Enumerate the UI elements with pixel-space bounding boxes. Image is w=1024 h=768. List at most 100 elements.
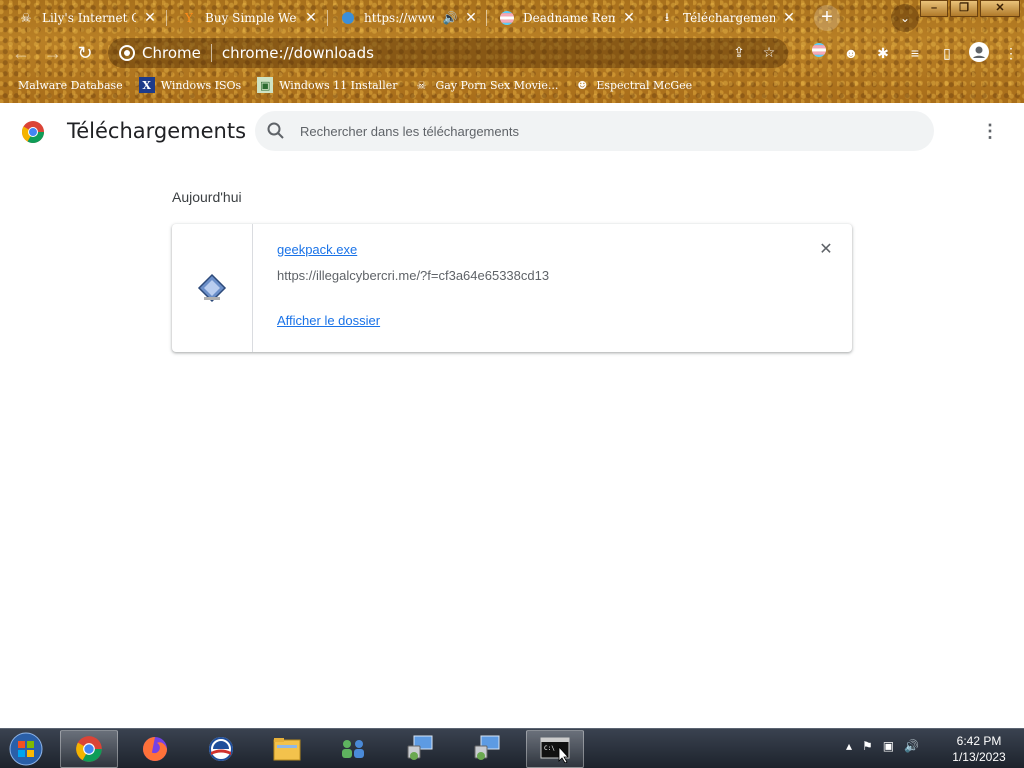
close-window-button[interactable]: ✕ <box>980 0 1020 17</box>
trans-flag-icon <box>499 10 515 26</box>
taskbar-firefox[interactable] <box>126 730 184 768</box>
tab-title: https://www. <box>364 11 434 25</box>
remove-download-close-icon[interactable]: ✕ <box>816 240 836 260</box>
bookmark-label: Espectral McGee <box>596 78 693 92</box>
tab-deadname-remover[interactable]: Deadname Remove ✕ <box>481 4 645 32</box>
puzzle-extensions-icon[interactable]: ✱ <box>872 42 894 64</box>
face-icon: ☻ <box>577 78 588 92</box>
x-icon: X <box>138 77 155 93</box>
page-title: Téléchargements <box>67 119 247 143</box>
chrome-taskbar-icon <box>76 736 102 762</box>
tab-close-icon[interactable]: ✕ <box>464 10 478 26</box>
face-extension-icon[interactable]: ☻ <box>840 42 862 64</box>
clock-date: 1/13/2023 <box>952 750 1006 764</box>
tab-close-icon[interactable]: ✕ <box>142 10 158 26</box>
system-clock[interactable]: 6:42 PM 1/13/2023 <box>944 733 1014 765</box>
windows-orb-icon <box>9 732 43 766</box>
tab-telechargements[interactable]: ⭳ Téléchargements ✕ <box>641 4 805 32</box>
tab-close-icon[interactable]: ✕ <box>621 10 637 26</box>
tab-title: Buy Simple Webs <box>205 11 297 25</box>
network-icon[interactable]: ▣ <box>883 739 894 753</box>
forward-arrow-icon[interactable]: → <box>40 40 66 66</box>
clock-time: 6:42 PM <box>956 734 1002 748</box>
bookmark-label: Malware Database <box>18 78 123 92</box>
folder-icon <box>273 738 301 761</box>
minimize-button[interactable]: – <box>920 0 948 17</box>
download-source-url: https://illegalcybercri.me/?f=cf3a64e653… <box>277 268 550 283</box>
firefox-icon <box>143 737 167 761</box>
reading-list-icon[interactable]: ≡ <box>904 42 926 64</box>
svg-text:C:\: C:\ <box>544 745 555 752</box>
image-icon: ▣ <box>257 77 274 93</box>
exe-file-icon <box>197 273 227 303</box>
taskbar-chrome[interactable] <box>60 730 118 768</box>
download-file-link[interactable]: geekpack.exe <box>277 242 357 257</box>
date-section-heading: Aujourd'hui <box>172 189 242 205</box>
bookmark-espectral-mcgee[interactable]: ☻ Espectral McGee <box>574 77 692 93</box>
taskbar-network-people[interactable] <box>324 730 382 768</box>
site-chip-label: Chrome <box>142 44 201 62</box>
speaker-icon[interactable]: 🔊 <box>442 10 458 26</box>
taskbar-obama-logo[interactable] <box>192 730 250 768</box>
chrome-logo-icon <box>22 121 44 143</box>
tab-close-icon[interactable]: ✕ <box>303 10 319 26</box>
more-actions-icon[interactable]: ⋮ <box>978 119 1002 143</box>
chrome-site-icon <box>118 44 136 62</box>
tray-expand-icon[interactable]: ▴ <box>846 739 852 753</box>
people-network-icon <box>342 740 364 758</box>
bookmark-malware-database[interactable]: Malware Database <box>18 79 123 92</box>
bookmark-windows-11-installer[interactable]: ▣ Windows 11 Installer <box>257 77 397 93</box>
tab-buy-simple[interactable]: Y Buy Simple Webs ✕ <box>163 4 327 32</box>
windows-taskbar: C:\ ▴ ⚑ ▣ 🔊 6:42 PM 1/13/2023 <box>0 728 1024 768</box>
tab-strip: ☠ Lily's Internet Ca ✕ Y Buy Simple Webs… <box>0 0 1024 36</box>
menu-kebab-icon[interactable]: ⋮ <box>1000 42 1022 64</box>
bookmark-label: Gay Porn Sex Movie... <box>435 78 559 92</box>
url-text[interactable]: chrome://downloads <box>222 44 728 62</box>
search-icon <box>267 122 284 139</box>
omnibox-divider <box>210 44 212 62</box>
share-icon[interactable]: ⇪ <box>728 42 750 64</box>
volume-icon[interactable]: 🔊 <box>904 739 919 753</box>
fox-icon: Y <box>185 11 193 25</box>
window-controls: – ❐ ✕ <box>918 0 1020 17</box>
command-prompt-icon: C:\ <box>540 737 570 763</box>
remote-desktop-icon <box>474 735 500 760</box>
side-panel-icon[interactable]: ▯ <box>936 42 958 64</box>
tab-https-www[interactable]: https://www. 🔊 ✕ <box>322 4 486 32</box>
bookmark-label: Windows ISOs <box>160 78 242 92</box>
show-in-folder-link[interactable]: Afficher le dossier <box>277 313 380 328</box>
bookmark-windows-isos[interactable]: X Windows ISOs <box>138 77 242 93</box>
skull-icon: ☠ <box>416 78 427 92</box>
new-tab-button[interactable]: + <box>814 5 840 31</box>
reload-icon[interactable]: ↻ <box>72 40 98 66</box>
system-tray: ▴ ⚑ ▣ 🔊 <box>846 739 929 753</box>
search-input[interactable] <box>300 123 934 139</box>
skull-icon: ☠ <box>20 11 32 25</box>
toolbar-extensions: ☻ ✱ ≡ ▯ ⋮ <box>798 42 1022 64</box>
action-center-flag-icon[interactable]: ⚑ <box>862 739 873 753</box>
address-bar[interactable]: Chrome chrome://downloads ⇪ ☆ <box>108 38 788 68</box>
taskbar-remote-desktop-2[interactable] <box>459 730 517 768</box>
downloads-search[interactable] <box>255 111 934 151</box>
tab-title: Deadname Remove <box>523 11 615 25</box>
tab-close-icon[interactable]: ✕ <box>781 10 797 26</box>
obama-logo-icon <box>209 737 233 761</box>
maximize-button[interactable]: ❐ <box>950 0 978 17</box>
bookmarks-bar: Malware Database X Windows ISOs ▣ Window… <box>0 72 1024 98</box>
tab-title: Téléchargements <box>683 11 775 25</box>
bookmark-star-icon[interactable]: ☆ <box>758 42 780 64</box>
download-icon: ⭳ <box>664 9 670 24</box>
file-icon-column <box>172 224 253 352</box>
remote-desktop-icon <box>407 735 433 760</box>
taskbar-command-prompt[interactable]: C:\ <box>526 730 584 768</box>
bookmark-label: Windows 11 Installer <box>279 78 398 92</box>
start-button[interactable] <box>6 731 46 767</box>
bookmark-gay-porn-sex-movie[interactable]: ☠ Gay Porn Sex Movie... <box>413 77 559 93</box>
taskbar-remote-desktop-1[interactable] <box>392 730 450 768</box>
taskbar-file-explorer[interactable] <box>258 730 316 768</box>
back-arrow-icon[interactable]: ← <box>8 40 34 66</box>
tab-search-chevron-icon[interactable]: ⌄ <box>891 4 919 32</box>
profile-avatar-icon[interactable] <box>968 42 990 64</box>
tab-lilys-internet[interactable]: ☠ Lily's Internet Ca ✕ <box>0 4 166 32</box>
trans-flag-extension-icon[interactable] <box>808 42 830 64</box>
